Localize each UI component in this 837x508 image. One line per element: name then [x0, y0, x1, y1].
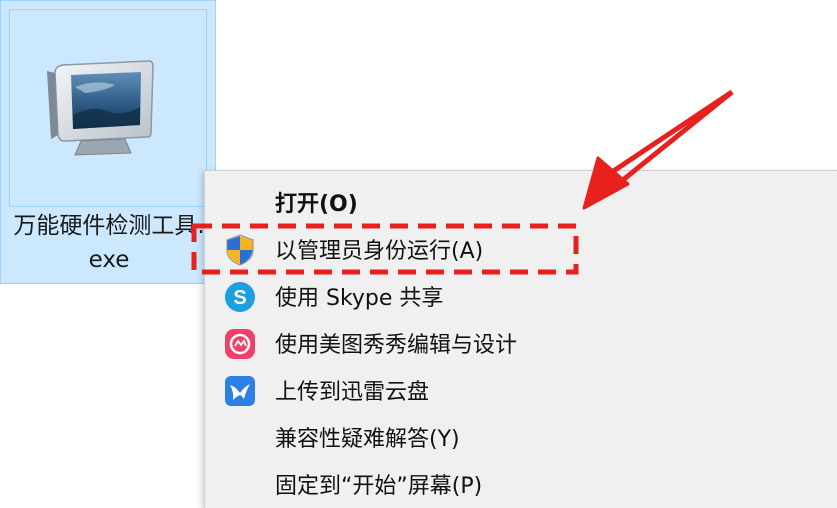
red-arrow-icon — [582, 89, 734, 210]
annotation-overlay — [191, 89, 734, 275]
highlight-box — [191, 223, 579, 275]
